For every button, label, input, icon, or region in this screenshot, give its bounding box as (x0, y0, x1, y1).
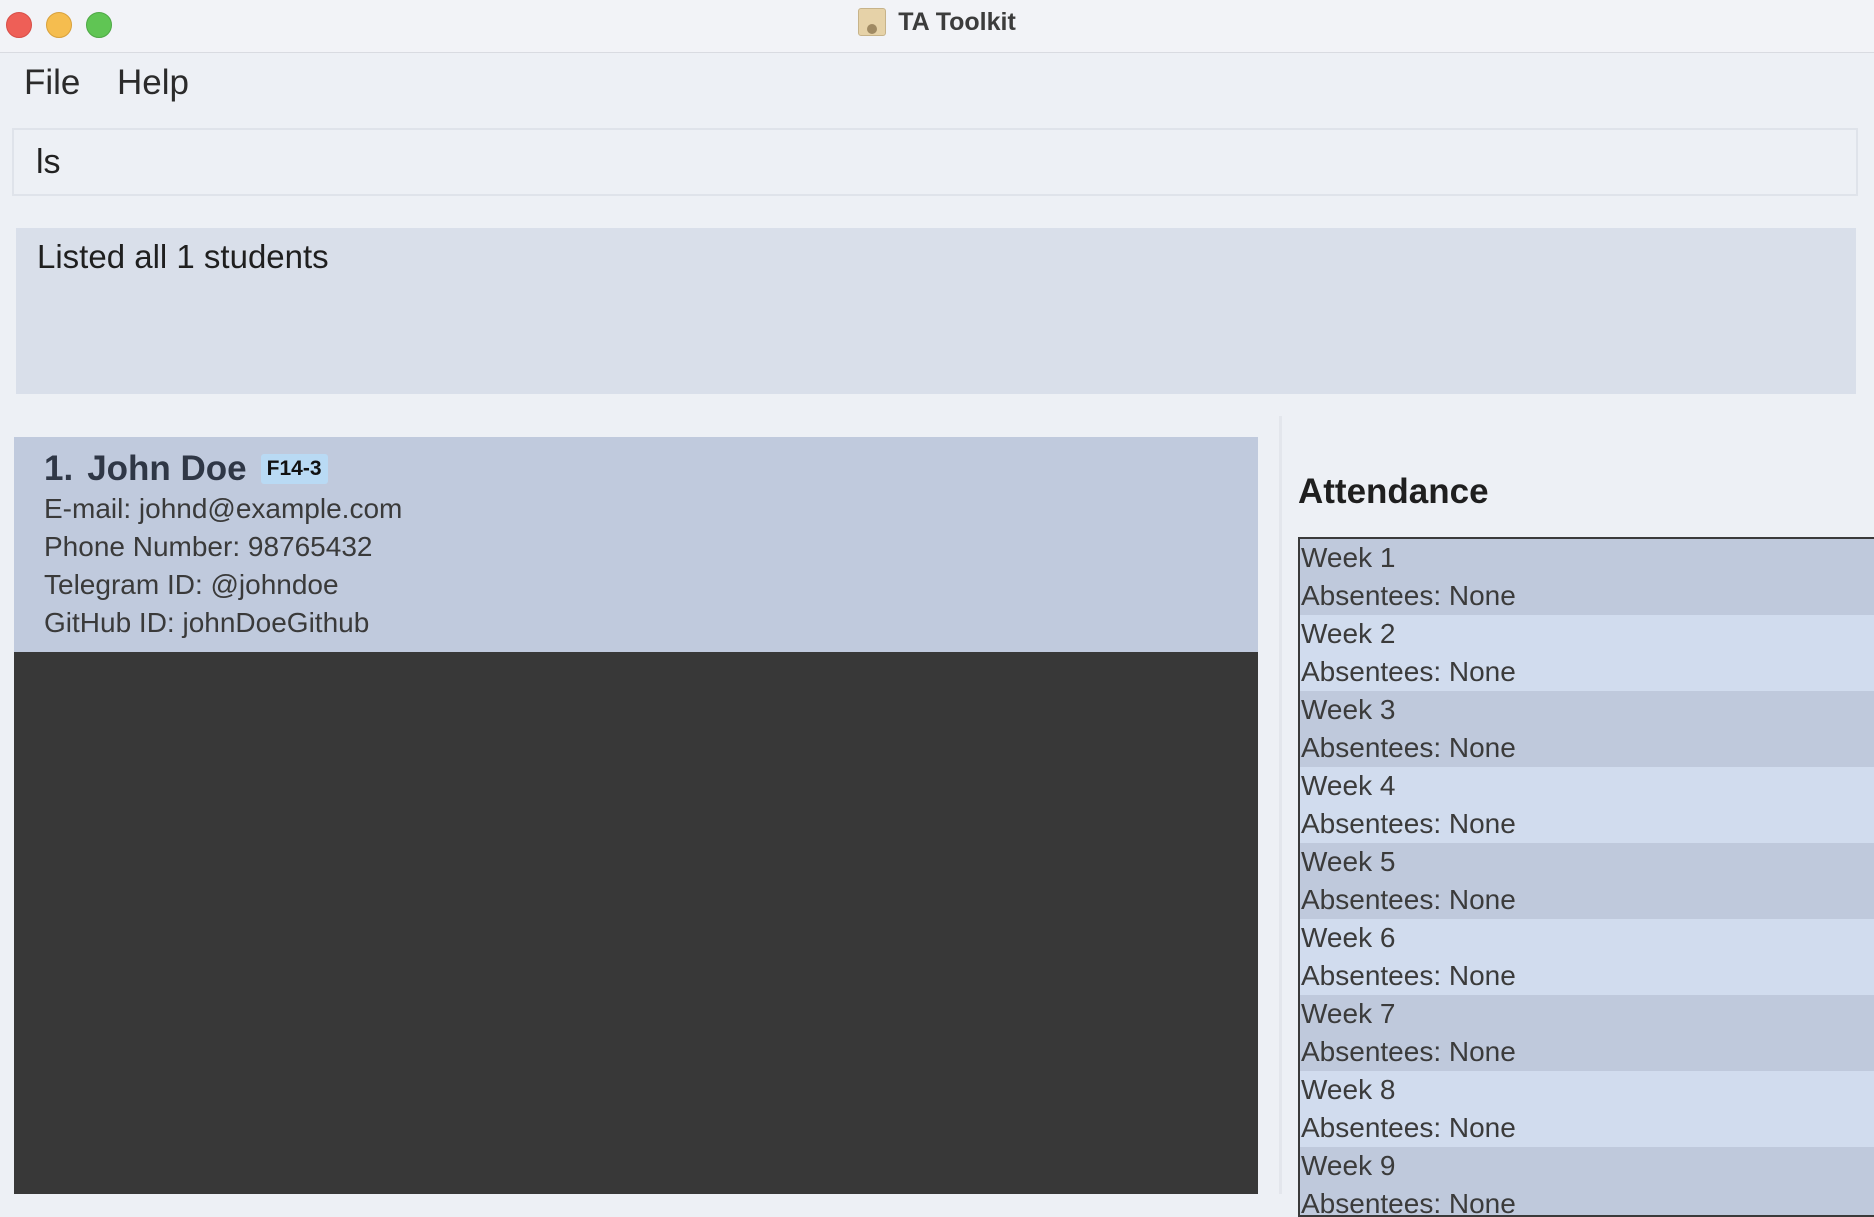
week-label: Week 2 (1301, 618, 1396, 649)
attendance-row[interactable]: Week 8 Absentees: None (1300, 1071, 1874, 1147)
attendance-row[interactable]: Week 2 Absentees: None (1300, 615, 1874, 691)
week-label: Week 9 (1301, 1150, 1396, 1181)
absentees-label: Absentees: None (1301, 732, 1516, 763)
menu-help[interactable]: Help (117, 63, 189, 103)
attendance-row[interactable]: Week 4 Absentees: None (1300, 767, 1874, 843)
menu-bar: File Help (0, 53, 1874, 117)
window-title: TA Toolkit (898, 7, 1016, 36)
attendance-title: Attendance (1298, 472, 1489, 511)
absentees-label: Absentees: None (1301, 1112, 1516, 1143)
attendance-row[interactable]: Week 5 Absentees: None (1300, 843, 1874, 919)
menu-file[interactable]: File (24, 63, 80, 103)
absentees-label: Absentees: None (1301, 1036, 1516, 1067)
absentees-label: Absentees: None (1301, 1188, 1516, 1217)
week-label: Week 1 (1301, 542, 1396, 573)
attendance-row[interactable]: Week 6 Absentees: None (1300, 919, 1874, 995)
absentees-label: Absentees: None (1301, 884, 1516, 915)
absentees-label: Absentees: None (1301, 580, 1516, 611)
result-display: Listed all 1 students (16, 228, 1856, 394)
student-list-panel[interactable]: 1. John Doe F14-3 E-mail: johnd@example.… (14, 437, 1258, 1194)
student-tag-badge: F14-3 (260, 454, 328, 484)
week-label: Week 5 (1301, 846, 1396, 877)
result-text: Listed all 1 students (37, 238, 329, 275)
command-input[interactable] (14, 130, 1856, 194)
attendance-row[interactable]: Week 7 Absentees: None (1300, 995, 1874, 1071)
attendance-row[interactable]: Week 1 Absentees: None (1300, 539, 1874, 615)
student-card-header: 1. John Doe F14-3 (44, 449, 328, 489)
week-label: Week 8 (1301, 1074, 1396, 1105)
attendance-row[interactable]: Week 3 Absentees: None (1300, 691, 1874, 767)
week-label: Week 6 (1301, 922, 1396, 953)
student-phone: Phone Number: 98765432 (44, 531, 373, 562)
window-title-group: TA Toolkit (0, 0, 1874, 44)
student-telegram: Telegram ID: @johndoe (44, 569, 339, 600)
panel-divider[interactable] (1279, 416, 1282, 1194)
student-github: GitHub ID: johnDoeGithub (44, 607, 370, 638)
student-card[interactable]: 1. John Doe F14-3 E-mail: johnd@example.… (14, 437, 1258, 652)
absentees-label: Absentees: None (1301, 960, 1516, 991)
student-name: John Doe (87, 449, 247, 488)
absentees-label: Absentees: None (1301, 656, 1516, 687)
week-label: Week 3 (1301, 694, 1396, 725)
title-bar: TA Toolkit (0, 0, 1874, 53)
app-icon (858, 8, 887, 36)
attendance-row[interactable]: Week 9 Absentees: None (1300, 1147, 1874, 1217)
command-box (12, 128, 1858, 196)
student-index: 1. (44, 449, 74, 488)
student-email: E-mail: johnd@example.com (44, 493, 403, 524)
absentees-label: Absentees: None (1301, 808, 1516, 839)
week-label: Week 7 (1301, 998, 1396, 1029)
week-label: Week 4 (1301, 770, 1396, 801)
attendance-list[interactable]: Week 1 Absentees: None Week 2 Absentees:… (1298, 537, 1874, 1217)
